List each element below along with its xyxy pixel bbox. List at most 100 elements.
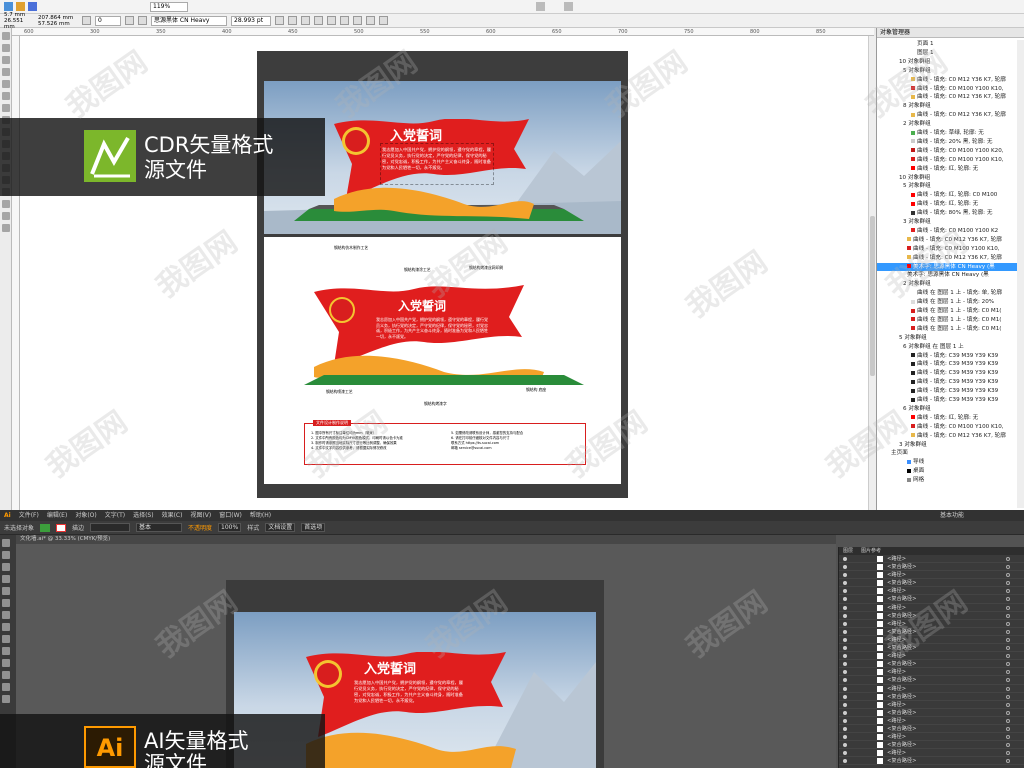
layer-row[interactable]: <复合路径> (839, 725, 1024, 734)
stroke-swatch[interactable] (56, 523, 67, 532)
layer-row[interactable]: <复合路径> (839, 741, 1024, 750)
layer-row[interactable]: <路径> (839, 668, 1024, 677)
menu-view[interactable]: 视图(V) (190, 510, 211, 521)
target-circle-icon[interactable] (1006, 573, 1010, 578)
object-tree-row[interactable]: 曲线 - 填充: C39 M39 Y39 K39 (877, 360, 1017, 369)
visibility-eye-icon[interactable] (843, 743, 847, 748)
target-circle-icon[interactable] (1006, 735, 1010, 740)
visibility-eye-icon[interactable] (843, 678, 847, 683)
open-folder-icon[interactable] (16, 2, 25, 11)
visibility-eye-icon[interactable] (843, 646, 847, 651)
vertical-scrollbar[interactable] (868, 36, 876, 510)
target-circle-icon[interactable] (1006, 605, 1010, 610)
stroke-weight-field[interactable] (90, 523, 131, 532)
free-transform-icon[interactable] (2, 695, 10, 703)
target-circle-icon[interactable] (1006, 557, 1010, 561)
brush-style-select[interactable]: 基本 (136, 523, 183, 532)
target-circle-icon[interactable] (1006, 726, 1010, 731)
object-tree-row[interactable]: 5 对象群组 (877, 67, 1017, 76)
target-circle-icon[interactable] (1006, 678, 1010, 683)
target-circle-icon[interactable] (1006, 694, 1010, 699)
zoom-level-select[interactable]: 119% (150, 2, 188, 12)
target-circle-icon[interactable] (1006, 654, 1010, 659)
layer-row[interactable]: <复合路径> (839, 660, 1024, 669)
object-tree-row[interactable]: 曲线 在 图层 1 上 - 填充: 单, 轮廓 (877, 289, 1017, 298)
vertical-text-icon[interactable] (379, 16, 388, 25)
font-size-select[interactable]: 28.993 pt (231, 15, 271, 26)
graphic-style-label[interactable]: 样式 (247, 523, 259, 532)
ai-pledge-text[interactable]: 我志愿加入中国共产党，拥护党的纲领，遵守党的章程，履行党员义务，执行党的决定，严… (354, 680, 466, 704)
mirror-vertical-icon[interactable] (138, 16, 147, 25)
object-tree-row[interactable]: 曲线 - 填充: C39 M39 Y39 K39 (877, 396, 1017, 405)
object-tree-row[interactable]: 3 对象群组 (877, 218, 1017, 227)
visibility-eye-icon[interactable] (843, 702, 847, 707)
object-tree-row[interactable]: 曲线 在 图层 1 上 - 填充: 20% (877, 298, 1017, 307)
object-tree-row[interactable]: 2 对象群组 (877, 120, 1017, 129)
layer-row[interactable]: <复合路径> (839, 595, 1024, 604)
layer-row[interactable]: <路径> (839, 717, 1024, 725)
line-tool-icon[interactable] (2, 611, 10, 619)
menu-select[interactable]: 选择(S) (133, 510, 154, 521)
selection-tool-icon[interactable] (2, 539, 10, 547)
crop-tool-icon[interactable] (2, 56, 10, 64)
rectangle-tool-icon-ai[interactable] (2, 623, 10, 631)
rotation-angle-field[interactable]: 0 (95, 15, 121, 26)
fill-swatch[interactable] (40, 523, 51, 532)
target-circle-icon[interactable] (1006, 686, 1010, 691)
object-tree-row[interactable]: 美术字: 思源黑体 CN Heavy (黑 (877, 271, 1017, 280)
edit-text-icon[interactable] (353, 16, 362, 25)
object-tree-row[interactable]: 曲线 - 填充: 红, 轮廓: 无 (877, 200, 1017, 209)
object-tree-row[interactable]: 5 对象群组 (877, 334, 1017, 343)
object-tree-row[interactable]: 曲线 - 填充: C0 M100 Y100 K10, (877, 423, 1017, 432)
freehand-tool-icon[interactable] (2, 80, 10, 88)
menu-edit[interactable]: 编辑(E) (47, 510, 67, 521)
target-circle-icon[interactable] (1006, 621, 1010, 626)
rotate-icon[interactable] (2, 659, 10, 667)
scale-icon[interactable] (2, 671, 10, 679)
visibility-eye-icon[interactable] (843, 581, 847, 586)
pencil-icon[interactable] (2, 647, 10, 655)
visibility-eye-icon[interactable] (843, 565, 847, 570)
object-tree-row[interactable]: 6 对象群组 (877, 405, 1017, 414)
artwork-title-top[interactable]: 入党誓词 (390, 125, 442, 144)
visibility-eye-icon[interactable] (843, 605, 847, 610)
visibility-eye-icon[interactable] (843, 670, 847, 675)
visibility-eye-icon[interactable] (843, 557, 847, 561)
layer-row[interactable]: <路径> (839, 733, 1024, 742)
object-tree-row[interactable]: 8 对象群组 (877, 102, 1017, 111)
object-tree-row[interactable]: 曲线 - 填充: C39 M39 Y39 K39 (877, 352, 1017, 361)
menu-help[interactable]: 帮助(H) (250, 510, 271, 521)
menu-object[interactable]: 对象(O) (75, 510, 96, 521)
object-tree-row[interactable]: 页面 1 (877, 40, 1017, 49)
visibility-eye-icon[interactable] (843, 637, 847, 642)
menu-window[interactable]: 窗口(W) (219, 510, 242, 521)
magic-wand-icon[interactable] (2, 563, 10, 571)
pick-tool-icon[interactable] (2, 32, 10, 40)
visibility-eye-icon[interactable] (843, 686, 847, 691)
layer-row[interactable]: <复合路径> (839, 693, 1024, 701)
object-tree-row[interactable]: 曲线 - 填充: C0 M12 Y36 K7, 轮廓 (877, 76, 1017, 85)
object-tree-row[interactable]: 曲线 - 填充: C39 M39 Y39 K39 (877, 378, 1017, 387)
object-tree-row[interactable]: 10 对象群组 (877, 58, 1017, 67)
object-tree-row[interactable]: 曲线 在 图层 1 上 - 填充: C0 M1( (877, 316, 1017, 325)
target-circle-icon[interactable] (1006, 613, 1010, 618)
bullet-list-icon[interactable] (327, 16, 336, 25)
target-circle-icon[interactable] (1006, 759, 1010, 764)
object-tree-row[interactable]: 曲线 - 填充: C0 M12 Y36 K7, 轮廓 (877, 254, 1017, 263)
object-tree-row[interactable]: 曲线 - 填充: 80% 黑, 轮廓: 无 (877, 209, 1017, 218)
target-circle-icon[interactable] (1006, 751, 1010, 756)
layer-row[interactable]: <复合路径> (839, 612, 1024, 620)
pen-tool-icon[interactable] (2, 587, 10, 595)
object-tree-row[interactable]: 网格 (877, 476, 1017, 485)
object-tree-row[interactable]: 曲线 在 图层 1 上 - 填充: C0 M1( (877, 325, 1017, 334)
artwork-title-drawing[interactable]: 入党誓词 (398, 297, 446, 314)
type-tool-icon[interactable] (2, 599, 10, 607)
object-tree-row[interactable]: 曲线 - 填充: C0 M100 Y100 K10, (877, 85, 1017, 94)
object-tree-row[interactable]: 曲线 - 填充: 红, 轮廓: C0 M100 (877, 191, 1017, 200)
scrollbar-thumb[interactable] (870, 216, 875, 376)
target-circle-icon[interactable] (1006, 710, 1010, 715)
target-circle-icon[interactable] (1006, 637, 1010, 642)
visibility-eye-icon[interactable] (843, 621, 847, 626)
object-tree-row[interactable]: 美术字: 思源黑体 CN Heavy (黑 (877, 262, 1017, 272)
bold-icon[interactable] (275, 16, 284, 25)
